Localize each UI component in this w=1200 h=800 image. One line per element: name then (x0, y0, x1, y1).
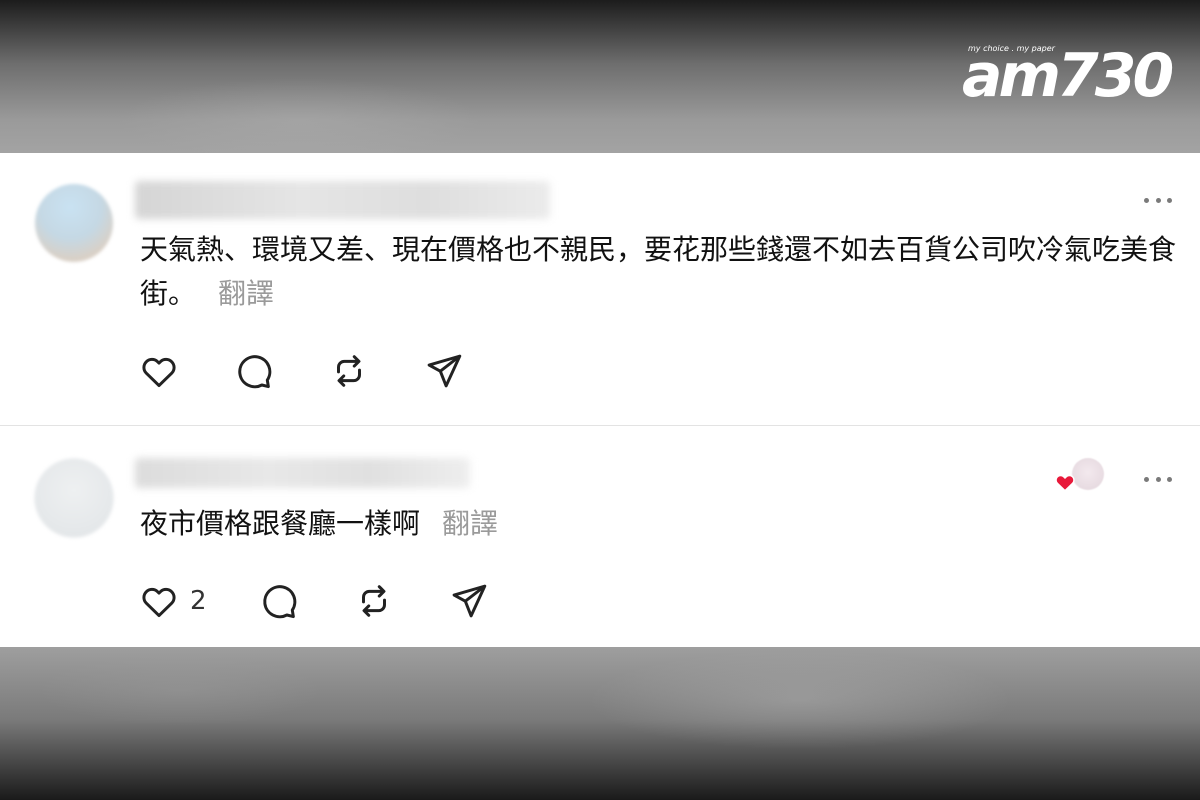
action-bar: 2 (138, 581, 508, 621)
share-button[interactable] (448, 581, 508, 621)
translate-link[interactable]: 翻譯 (442, 507, 498, 540)
repost-button[interactable] (353, 581, 448, 621)
share-button[interactable] (423, 351, 483, 391)
brand-logo: am730 my choice . my paper (962, 38, 1174, 110)
red-heart-icon (1055, 474, 1075, 492)
send-icon (452, 584, 487, 618)
heart-icon (142, 357, 176, 388)
avatar[interactable] (35, 459, 113, 537)
username-redacted (135, 458, 470, 488)
post-text-container: 天氣熱、環境又差、現在價格也不親民，要花那些錢還不如去百貨公司吹冷氣吃美食街。翻… (140, 228, 1180, 316)
speech-bubble-icon (263, 585, 297, 619)
liked-by-author-badge (1054, 456, 1106, 496)
post-text-container: 夜市價格跟餐廳一樣啊 翻譯 (140, 502, 1140, 546)
translate-link[interactable]: 翻譯 (218, 277, 274, 310)
username-redacted (135, 181, 550, 219)
like-button[interactable] (138, 351, 233, 391)
liked-by-author-indicator (1056, 610, 1106, 646)
comment-post: 天氣熱、環境又差、現在價格也不親民，要花那些錢還不如去百貨公司吹冷氣吃美食街。翻… (0, 153, 1200, 425)
post-text: 夜市價格跟餐廳一樣啊 (140, 507, 421, 540)
brand-tagline: my choice . my paper (968, 44, 1055, 53)
reply-button[interactable] (258, 581, 353, 621)
post-text: 天氣熱、環境又差、現在價格也不親民，要花那些錢還不如去百貨公司吹冷氣吃美食街。 (140, 233, 1177, 310)
send-icon (427, 354, 462, 388)
speech-bubble-icon (238, 355, 272, 389)
comments-card: 天氣熱、環境又差、現在價格也不親民，要花那些錢還不如去百貨公司吹冷氣吃美食街。翻… (0, 153, 1200, 647)
repost-icon (337, 355, 361, 387)
action-bar (138, 351, 483, 391)
avatar[interactable] (35, 184, 113, 262)
like-count: 2 (190, 586, 207, 616)
repost-icon (362, 585, 386, 617)
author-avatar (1072, 458, 1104, 490)
heart-icon (142, 587, 176, 618)
repost-button[interactable] (328, 351, 423, 391)
more-options-icon[interactable] (1144, 195, 1172, 205)
more-options-icon[interactable] (1144, 474, 1172, 484)
like-button[interactable]: 2 (138, 581, 258, 621)
reply-button[interactable] (233, 351, 328, 391)
